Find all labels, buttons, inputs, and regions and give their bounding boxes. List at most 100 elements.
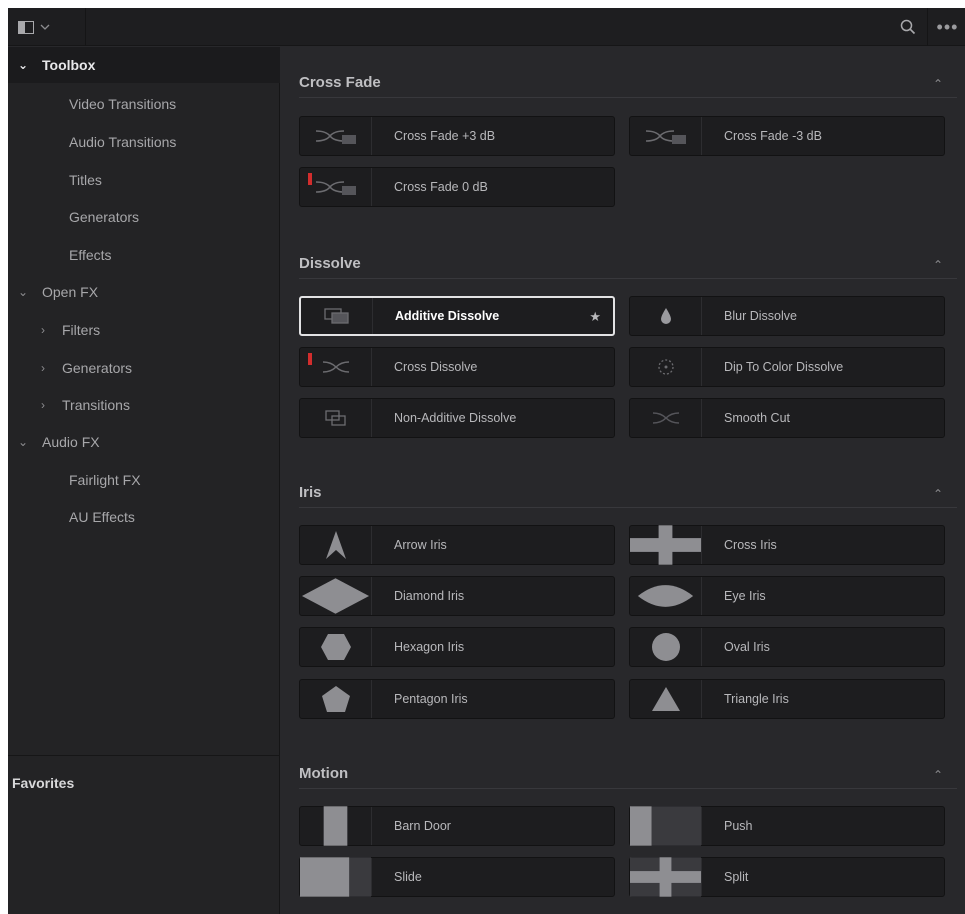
sidebar-item-titles[interactable]: Titles bbox=[8, 162, 280, 198]
effect-item-cross-iris[interactable]: Cross Iris bbox=[629, 525, 945, 565]
effect-item-push[interactable]: Push bbox=[629, 806, 945, 846]
effect-label: Cross Fade 0 dB bbox=[394, 180, 488, 194]
sidebar-item-label: AU Effects bbox=[69, 509, 135, 525]
slide-icon bbox=[300, 857, 372, 897]
effect-item-pentagon-iris[interactable]: Pentagon Iris bbox=[299, 679, 615, 719]
effect-label: Blur Dissolve bbox=[724, 309, 797, 323]
effect-label: Oval Iris bbox=[724, 640, 770, 654]
chevron-right-icon: › bbox=[41, 323, 45, 337]
default-marker bbox=[308, 173, 312, 185]
sidebar-item-label: Toolbox bbox=[42, 57, 96, 73]
collapse-icon[interactable]: ⌃ bbox=[933, 487, 943, 501]
effect-item-hexagon-iris[interactable]: Hexagon Iris bbox=[299, 627, 615, 667]
effect-label: Pentagon Iris bbox=[394, 692, 468, 706]
panel-header: ••• bbox=[8, 8, 965, 46]
search-button[interactable] bbox=[888, 8, 928, 46]
effect-item-barn-door[interactable]: Barn Door bbox=[299, 806, 615, 846]
section-divider bbox=[299, 97, 957, 98]
push-icon bbox=[630, 806, 702, 846]
barn-door-icon bbox=[300, 806, 372, 846]
additive-dissolve-icon bbox=[301, 298, 373, 334]
effect-label: Smooth Cut bbox=[724, 411, 791, 425]
effect-item-blur-dissolve[interactable]: Blur Dissolve bbox=[629, 296, 945, 336]
effect-item-slide[interactable]: Slide bbox=[299, 857, 615, 897]
more-options-button[interactable]: ••• bbox=[930, 8, 965, 46]
sidebar-item-open-fx[interactable]: ⌄ Open FX bbox=[8, 274, 280, 310]
crossfade-icon bbox=[300, 117, 372, 155]
section-title-cross-fade: Cross Fade bbox=[299, 74, 381, 91]
section-title-iris: Iris bbox=[299, 484, 322, 501]
effect-item-oval-iris[interactable]: Oval Iris bbox=[629, 627, 945, 667]
triangle-iris-icon bbox=[630, 680, 702, 718]
sidebar: ⌄ Toolbox Video Transitions Audio Transi… bbox=[8, 47, 280, 914]
pentagon-iris-icon bbox=[300, 680, 372, 718]
section-divider bbox=[299, 788, 957, 789]
panel-toggle-icon bbox=[18, 20, 34, 34]
sidebar-item-transitions[interactable]: › Transitions bbox=[8, 387, 280, 423]
chevron-right-icon: › bbox=[41, 361, 45, 375]
effect-label: Triangle Iris bbox=[724, 692, 789, 706]
sidebar-item-video-transitions[interactable]: Video Transitions bbox=[8, 86, 280, 122]
effect-item-non-additive-dissolve[interactable]: Non-Additive Dissolve bbox=[299, 398, 615, 438]
effect-item-cross-dissolve[interactable]: Cross Dissolve bbox=[299, 347, 615, 387]
chevron-down-icon: ⌄ bbox=[17, 285, 29, 299]
sidebar-item-label: Fairlight FX bbox=[69, 472, 141, 488]
effect-item-eye-iris[interactable]: Eye Iris bbox=[629, 576, 945, 616]
chevron-down-icon: ⌄ bbox=[17, 58, 29, 72]
sidebar-item-toolbox[interactable]: ⌄ Toolbox bbox=[8, 47, 280, 83]
effect-item-cross-fade-minus3[interactable]: Cross Fade -3 dB bbox=[629, 116, 945, 156]
chevron-right-icon: › bbox=[41, 398, 45, 412]
sidebar-item-effects[interactable]: Effects bbox=[8, 237, 280, 273]
arrow-iris-icon bbox=[300, 526, 372, 564]
non-additive-dissolve-icon bbox=[300, 399, 372, 437]
effects-library-panel: ••• ⌄ Toolbox Video Transitions Audio Tr… bbox=[8, 8, 965, 914]
oval-iris-icon bbox=[630, 628, 702, 666]
chevron-down-icon: ⌄ bbox=[17, 435, 29, 449]
sidebar-item-filters[interactable]: › Filters bbox=[8, 312, 280, 348]
collapse-icon[interactable]: ⌃ bbox=[933, 77, 943, 91]
sidebar-item-label: Filters bbox=[62, 322, 101, 338]
sidebar-item-fairlight-fx[interactable]: Fairlight FX bbox=[8, 462, 280, 498]
smooth-cut-icon bbox=[630, 399, 702, 437]
effect-item-dip-to-color-dissolve[interactable]: Dip To Color Dissolve bbox=[629, 347, 945, 387]
sidebar-item-au-effects[interactable]: AU Effects bbox=[8, 499, 280, 535]
collapse-icon[interactable]: ⌃ bbox=[933, 768, 943, 782]
section-divider bbox=[299, 507, 957, 508]
effect-label: Dip To Color Dissolve bbox=[724, 360, 844, 374]
effect-label: Cross Iris bbox=[724, 538, 777, 552]
effect-label: Eye Iris bbox=[724, 589, 766, 603]
effects-grid: Cross Fade ⌃ Cross Fade +3 dB Cross Fade… bbox=[281, 47, 965, 914]
effect-label: Non-Additive Dissolve bbox=[394, 411, 517, 425]
default-marker bbox=[308, 353, 312, 365]
effect-item-cross-fade-plus3[interactable]: Cross Fade +3 dB bbox=[299, 116, 615, 156]
crossfade-icon bbox=[630, 117, 702, 155]
effect-label: Hexagon Iris bbox=[394, 640, 465, 654]
sidebar-item-label: Open FX bbox=[42, 284, 99, 300]
sidebar-item-generators[interactable]: Generators bbox=[8, 199, 280, 235]
sidebar-item-audio-fx[interactable]: ⌄ Audio FX bbox=[8, 424, 280, 460]
section-divider bbox=[299, 278, 957, 279]
more-options-icon: ••• bbox=[936, 16, 959, 37]
dip-color-icon bbox=[630, 348, 702, 386]
collapse-icon[interactable]: ⌃ bbox=[933, 258, 943, 272]
effect-item-triangle-iris[interactable]: Triangle Iris bbox=[629, 679, 945, 719]
section-title-motion: Motion bbox=[299, 765, 349, 782]
effect-item-additive-dissolve[interactable]: Additive Dissolve ★ bbox=[299, 296, 615, 336]
effect-item-split[interactable]: Split bbox=[629, 857, 945, 897]
effect-item-diamond-iris[interactable]: Diamond Iris bbox=[299, 576, 615, 616]
effect-item-smooth-cut[interactable]: Smooth Cut bbox=[629, 398, 945, 438]
panel-toggle-button[interactable] bbox=[8, 8, 86, 46]
effect-label: Split bbox=[724, 870, 749, 884]
sidebar-item-openfx-generators[interactable]: › Generators bbox=[8, 350, 280, 386]
sidebar-item-label: Audio FX bbox=[42, 434, 100, 450]
sidebar-item-label: Titles bbox=[69, 172, 102, 188]
favorite-star-icon[interactable]: ★ bbox=[589, 309, 601, 325]
sidebar-item-label: Audio Transitions bbox=[69, 134, 177, 150]
crossfade-icon bbox=[300, 168, 372, 206]
eye-iris-icon bbox=[630, 577, 702, 615]
effect-label: Cross Fade -3 dB bbox=[724, 129, 822, 143]
effect-item-arrow-iris[interactable]: Arrow Iris bbox=[299, 525, 615, 565]
effect-label: Push bbox=[724, 819, 753, 833]
sidebar-item-audio-transitions[interactable]: Audio Transitions bbox=[8, 124, 280, 160]
effect-item-cross-fade-0[interactable]: Cross Fade 0 dB bbox=[299, 167, 615, 207]
